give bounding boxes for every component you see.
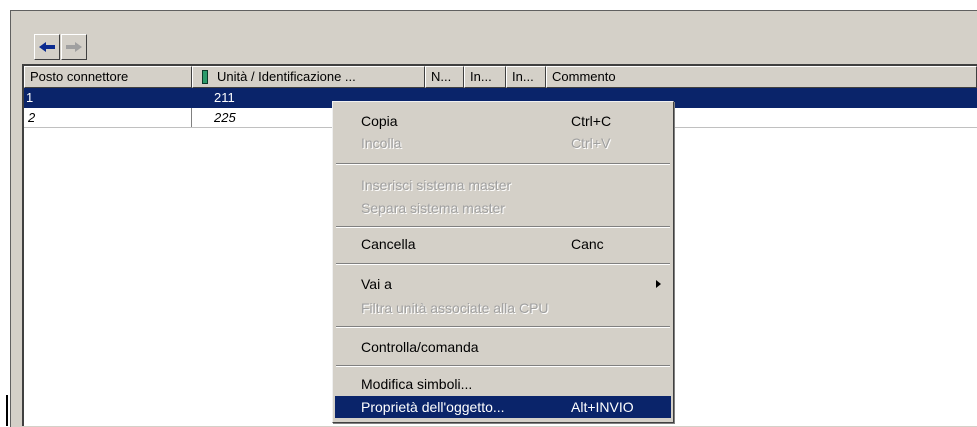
arrow-right-icon — [66, 42, 82, 52]
menu-item-label: Inserisci sistema master — [361, 177, 512, 193]
submenu-arrow-icon — [656, 280, 661, 288]
menu-item-label: Incolla — [361, 135, 402, 151]
menu-item-label: Separa sistema master — [361, 200, 505, 216]
menu-item-label: Cancella — [361, 236, 416, 252]
window-edge — [6, 395, 8, 426]
menu-item-paste[interactable]: Incolla Ctrl+V — [335, 132, 671, 154]
menu-item-filter-cpu-modules[interactable]: Filtra unità associate alla CPU — [335, 297, 671, 319]
back-button[interactable] — [34, 34, 60, 60]
column-header-comment[interactable]: Commento — [546, 66, 977, 88]
menu-item-insert-master-system[interactable]: Inserisci sistema master — [335, 174, 671, 196]
column-header-in-2[interactable]: In... — [506, 66, 546, 88]
menu-separator — [336, 326, 670, 328]
menu-item-label: Vai a — [361, 276, 392, 292]
context-menu: Copia Ctrl+C Incolla Ctrl+V Inserisci si… — [332, 101, 674, 423]
menu-item-shortcut: Ctrl+V — [571, 135, 611, 151]
menu-item-delete[interactable]: Cancella Canc — [335, 233, 671, 255]
column-header-in-1[interactable]: In... — [464, 66, 506, 88]
navigation-toolbar — [34, 34, 88, 60]
menu-item-object-properties[interactable]: Proprietà dell'oggetto... Alt+INVIO — [335, 396, 671, 418]
table-header: Posto connettore Unità / Identificazione… — [24, 66, 977, 88]
column-header-n[interactable]: N... — [425, 66, 464, 88]
column-header-unit-label: Unità / Identificazione ... — [217, 69, 356, 84]
column-header-unit[interactable]: Unità / Identificazione ... — [192, 66, 425, 88]
menu-separator — [336, 163, 670, 165]
column-header-slot[interactable]: Posto connettore — [24, 66, 192, 88]
menu-item-label: Controlla/comanda — [361, 339, 479, 355]
menu-item-monitor-modify[interactable]: Controlla/comanda — [335, 336, 671, 358]
menu-item-label: Modifica simboli... — [361, 376, 473, 392]
menu-item-label: Filtra unità associate alla CPU — [361, 300, 549, 316]
menu-item-shortcut: Canc — [571, 236, 604, 252]
menu-separator — [336, 226, 670, 228]
slot-cell: 2 — [24, 108, 192, 127]
menu-item-edit-symbols[interactable]: Modifica simboli... — [335, 373, 671, 395]
menu-item-label: Proprietà dell'oggetto... — [361, 399, 505, 415]
menu-separator — [336, 365, 670, 367]
arrow-left-icon — [39, 42, 55, 52]
menu-item-label: Copia — [361, 113, 398, 129]
menu-separator — [336, 263, 670, 265]
menu-item-shortcut: Alt+INVIO — [571, 399, 634, 415]
menu-item-go-to[interactable]: Vai a — [335, 273, 671, 295]
unit-cell: 211 — [214, 90, 235, 105]
menu-item-shortcut: Ctrl+C — [571, 113, 612, 129]
forward-button[interactable] — [61, 34, 87, 60]
slot-cell: 1 — [26, 90, 34, 105]
unit-cell: 225 — [214, 110, 236, 125]
module-status-icon — [202, 70, 208, 84]
menu-item-separate-master-system[interactable]: Separa sistema master — [335, 197, 671, 219]
menu-item-copy[interactable]: Copia Ctrl+C — [335, 110, 671, 132]
